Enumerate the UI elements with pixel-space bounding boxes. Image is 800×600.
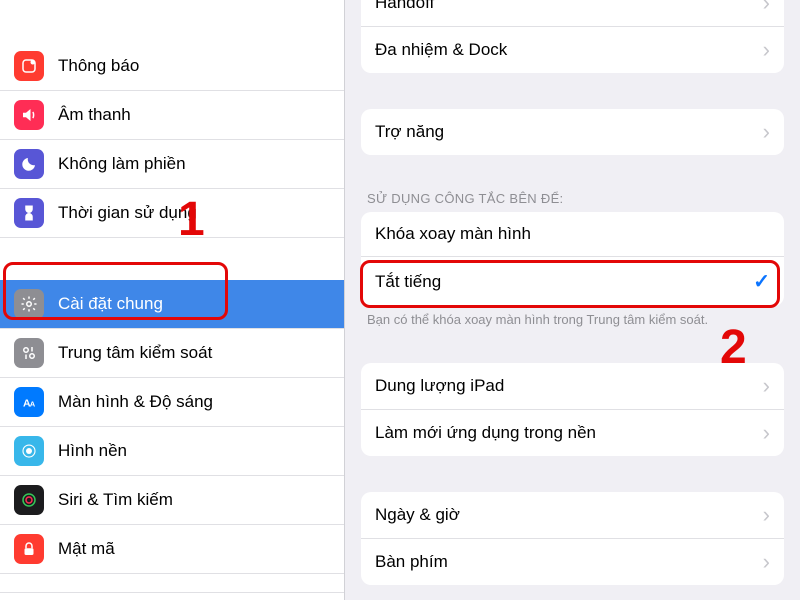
svg-text:A: A [30,400,36,409]
chevron-right-icon: › [763,551,770,573]
siri-icon [14,485,44,515]
row-label: Đa nhiệm & Dock [375,40,763,60]
settings-sidebar: Thông báo Âm thanh Không làm phiền Thời … [0,0,345,600]
do-not-disturb-icon [14,149,44,179]
sidebar-item-general[interactable]: Cài đặt chung [0,280,344,329]
sidebar-item-notifications[interactable]: Thông báo [0,42,344,91]
detail-section-accessibility: Trợ năng › [361,109,784,155]
row-label: Ngày & giờ [375,505,763,525]
sidebar-group-1: Thông báo Âm thanh Không làm phiền Thời … [0,42,344,238]
row-multitasking-dock[interactable]: Đa nhiệm & Dock › [361,26,784,73]
row-lock-rotation[interactable]: Khóa xoay màn hình [361,212,784,256]
sidebar-item-label: Thời gian sử dụng [58,203,197,223]
row-date-time[interactable]: Ngày & giờ › [361,492,784,538]
sidebar-group-2: Cài đặt chung Trung tâm kiểm soát AA Màn… [0,280,344,593]
screen-time-icon [14,198,44,228]
sidebar-item-label: Không làm phiền [58,154,186,174]
chevron-right-icon: › [763,375,770,397]
sidebar-item-do-not-disturb[interactable]: Không làm phiền [0,140,344,189]
sidebar-item-label: Trung tâm kiểm soát [58,343,212,363]
sidebar-item-siri[interactable]: Siri & Tìm kiếm [0,476,344,525]
row-handoff[interactable]: Handoff › [361,0,784,26]
row-label: Khóa xoay màn hình [375,224,770,244]
wallpaper-icon [14,436,44,466]
row-label: Trợ năng [375,122,763,142]
row-keyboard[interactable]: Bàn phím › [361,538,784,585]
sidebar-item-label: Hình nền [58,441,127,461]
chevron-right-icon: › [763,0,770,14]
detail-section-handoff: Handoff › Đa nhiệm & Dock › [361,0,784,73]
sidebar-item-label: Màn hình & Độ sáng [58,392,213,412]
row-accessibility[interactable]: Trợ năng › [361,109,784,155]
passcode-icon [14,534,44,564]
sidebar-item-label: Cài đặt chung [58,294,163,314]
sidebar-item-truncated [0,574,344,593]
sidebar-item-label: Mật mã [58,539,115,559]
checkmark-icon: ✓ [753,269,770,294]
gear-icon [14,289,44,319]
sidebar-item-label: Siri & Tìm kiếm [58,490,173,510]
row-background-app-refresh[interactable]: Làm mới ứng dụng trong nền › [361,409,784,456]
detail-section-date-keyboard: Ngày & giờ › Bàn phím › [361,492,784,585]
chevron-right-icon: › [763,504,770,526]
notification-icon [14,51,44,81]
sidebar-item-passcode[interactable]: Mật mã [0,525,344,574]
sidebar-item-label: Thông báo [58,56,139,76]
detail-section-side-switch: SỬ DỤNG CÔNG TẮC BÊN ĐỂ: Khóa xoay màn h… [361,191,784,327]
chevron-right-icon: › [763,39,770,61]
display-icon: AA [14,387,44,417]
sidebar-item-wallpaper[interactable]: Hình nền [0,427,344,476]
sidebar-item-screen-time[interactable]: Thời gian sử dụng [0,189,344,238]
control-center-icon [14,338,44,368]
chevron-right-icon: › [763,121,770,143]
detail-section-storage: Dung lượng iPad › Làm mới ứng dụng trong… [361,363,784,456]
chevron-right-icon: › [763,422,770,444]
sidebar-item-label: Âm thanh [58,105,131,125]
row-label: Làm mới ứng dụng trong nền [375,423,763,443]
sound-icon [14,100,44,130]
row-mute[interactable]: Tắt tiếng ✓ [361,256,784,306]
sidebar-item-sounds[interactable]: Âm thanh [0,91,344,140]
sidebar-item-control-center[interactable]: Trung tâm kiểm soát [0,329,344,378]
row-label: Tắt tiếng [375,272,753,292]
row-label: Handoff [375,0,763,13]
row-label: Dung lượng iPad [375,376,763,396]
section-header: SỬ DỤNG CÔNG TẮC BÊN ĐỂ: [361,191,784,212]
row-label: Bàn phím [375,552,763,572]
general-detail-pane: Handoff › Đa nhiệm & Dock › Trợ năng › S… [345,0,800,600]
section-footer: Bạn có thể khóa xoay màn hình trong Trun… [361,306,784,327]
row-ipad-storage[interactable]: Dung lượng iPad › [361,363,784,409]
sidebar-item-display[interactable]: AA Màn hình & Độ sáng [0,378,344,427]
